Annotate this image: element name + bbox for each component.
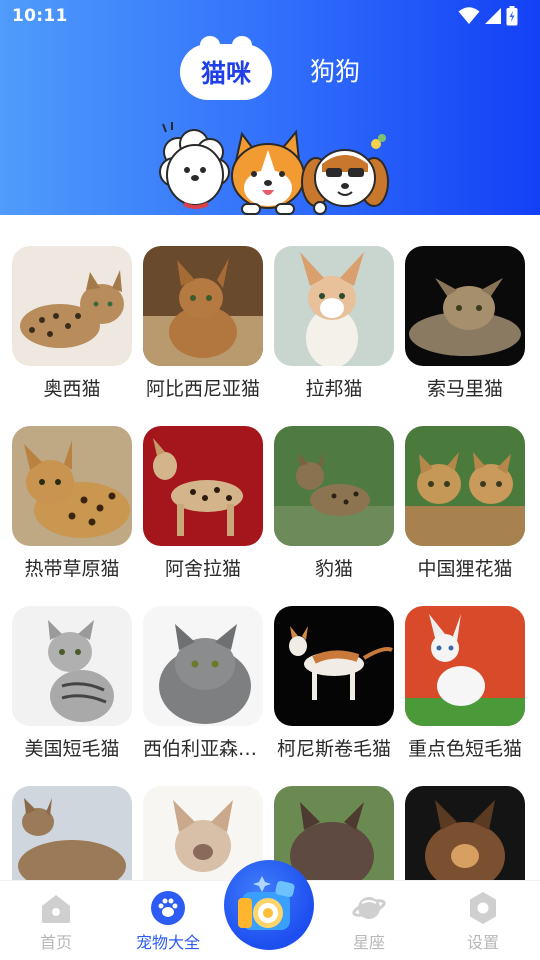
nav-home[interactable]: 首页 [1,881,111,960]
breed-card[interactable]: 重点色短毛猫 [405,606,525,786]
nav-settings[interactable]: 设置 [428,881,538,960]
signal-icon [485,8,501,24]
breed-card[interactable] [405,786,525,880]
status-icons [458,6,518,26]
breed-photo [12,246,132,366]
breed-card[interactable]: 阿比西尼亚猫 [143,246,263,426]
tab-dog-label: 狗狗 [310,57,361,86]
breed-photo [274,426,394,546]
breed-photo [405,606,525,726]
tab-cat[interactable]: 猫咪 [180,36,272,100]
breed-name: 阿舍拉猫 [164,558,241,580]
tab-cat-label: 猫咪 [200,59,251,88]
breed-photo [274,606,394,726]
breed-name: 美国短毛猫 [24,738,120,760]
breed-card[interactable]: 豹猫 [274,426,394,606]
breed-card[interactable]: 中国狸花猫 [405,426,525,606]
paw-icon [151,891,185,925]
breed-photo [405,246,525,366]
breed-name: 热带草原猫 [24,558,120,580]
header-banner: 10:11 猫咪 狗狗 [0,0,540,215]
breed-name: 奥西猫 [43,378,101,400]
nav-settings-label: 设置 [466,933,499,952]
breed-photo [405,786,525,880]
nav-pets-label: 宠物大全 [135,933,200,952]
breed-card[interactable]: 美国短毛猫 [12,606,132,786]
breed-name: 中国狸花猫 [417,558,513,580]
breed-name: 重点色短毛猫 [407,738,522,760]
breed-name: 柯尼斯卷毛猫 [276,738,391,760]
breed-card[interactable]: 阿舍拉猫 [143,426,263,606]
breed-photo [12,426,132,546]
breed-name: 西伯利亚森林猫 [143,738,263,760]
camera-icon [238,876,295,930]
wifi-icon [458,7,480,24]
breed-name: 拉邦猫 [305,378,363,400]
breed-grid: 奥西猫 阿比西尼亚猫 拉邦猫 索马里猫 热带草原猫 阿舍拉猫 豹猫 中国狸花猫 … [12,246,528,880]
nav-home-label: 首页 [39,933,72,952]
breed-photo [143,606,263,726]
breed-name: 索马里猫 [426,378,503,400]
home-icon [42,895,70,923]
breed-card[interactable]: 柯尼斯卷毛猫 [274,606,394,786]
planet-icon [352,897,386,919]
breed-photo [12,786,132,880]
status-bar: 10:11 [0,0,540,34]
nav-zodiac[interactable]: 星座 [314,881,424,960]
battery-icon [506,6,518,26]
breed-card[interactable]: 索马里猫 [405,246,525,426]
dogs-mascot-illustration [159,122,389,215]
breed-photo [274,246,394,366]
nav-zodiac-label: 星座 [352,933,385,952]
tab-dog[interactable]: 狗狗 [310,52,360,88]
gear-icon [470,892,496,924]
breed-name: 豹猫 [314,558,353,580]
breed-card[interactable]: 热带草原猫 [12,426,132,606]
breed-card[interactable]: 西伯利亚森林猫 [143,606,263,786]
breed-card[interactable]: 奥西猫 [12,246,132,426]
breed-photo [12,606,132,726]
breed-card[interactable]: 拉邦猫 [274,246,394,426]
breed-photo [143,246,263,366]
camera-center-button[interactable] [224,860,314,950]
status-time: 10:11 [12,6,68,26]
breed-name: 阿比西尼亚猫 [145,378,260,400]
breed-card[interactable] [12,786,132,880]
nav-pets[interactable]: 宠物大全 [113,881,223,960]
breed-photo [143,426,263,546]
breed-photo [405,426,525,546]
